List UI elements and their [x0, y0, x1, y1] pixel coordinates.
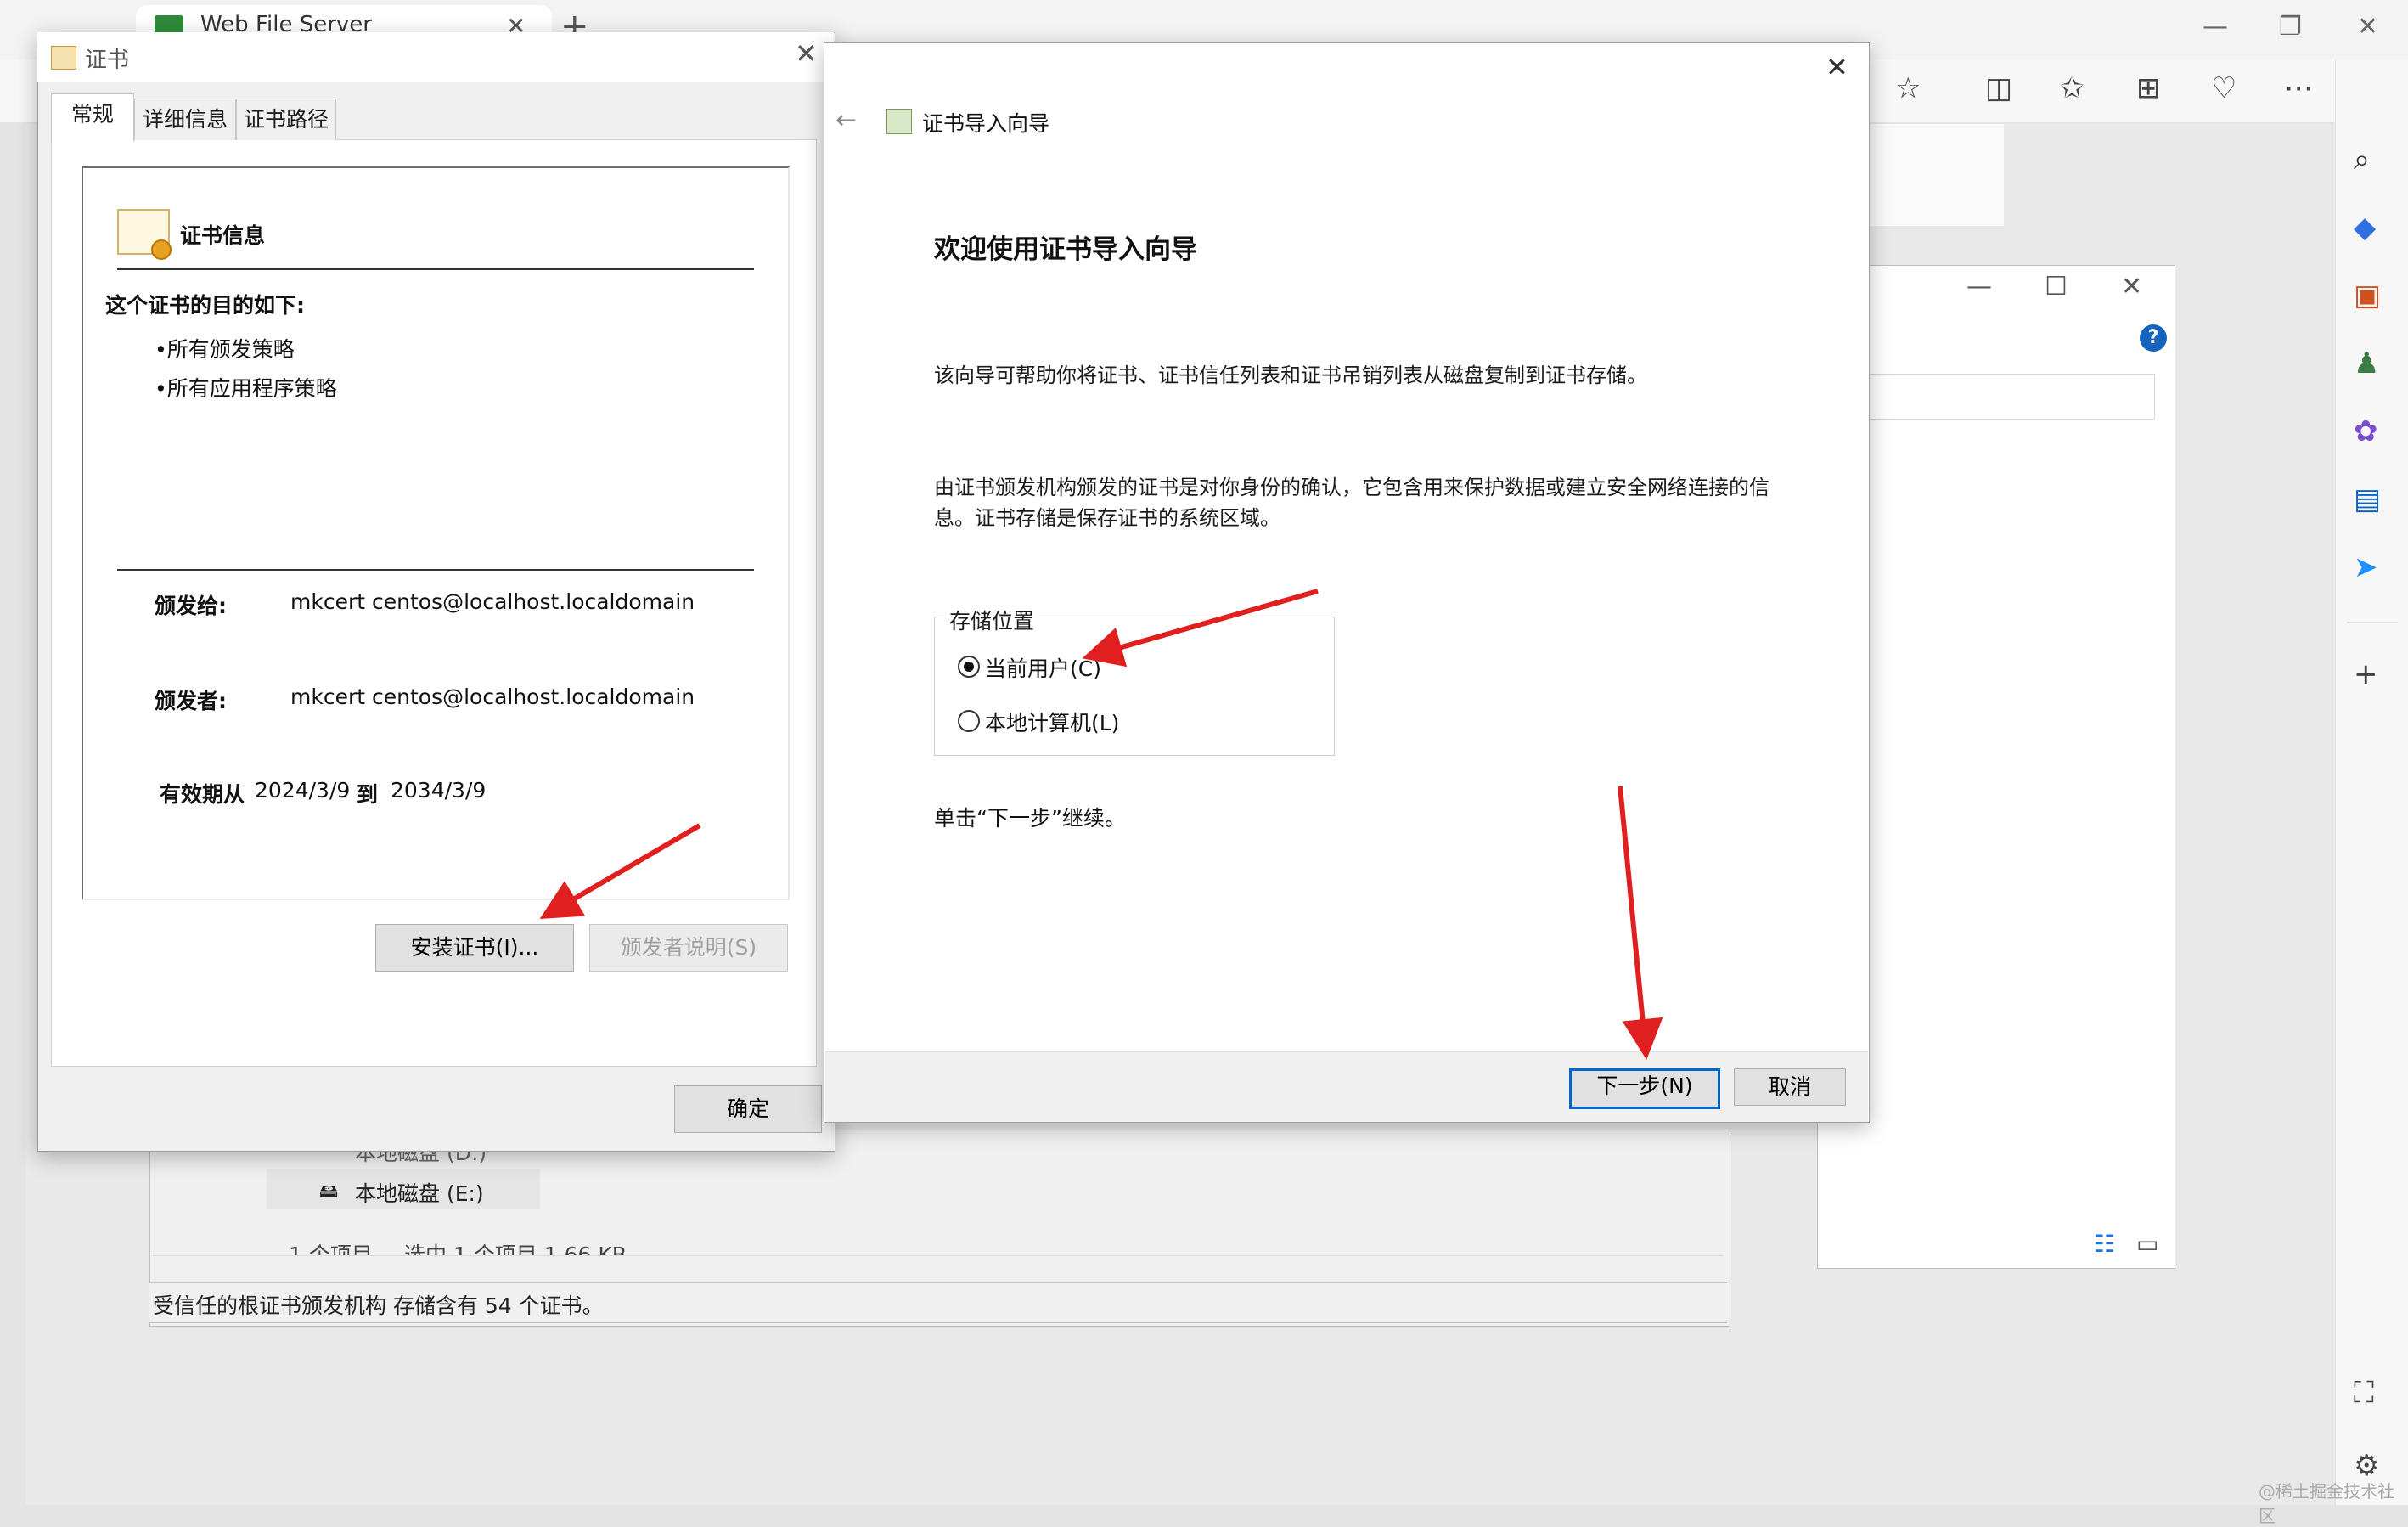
- arrow-to-install-button: [539, 823, 701, 920]
- arrow-to-current-user: [1082, 589, 1319, 668]
- watermark: @稀土掘金技术社区: [2259, 1481, 2394, 1526]
- arrow-to-next-button: [1618, 786, 1663, 1060]
- annotation-arrows: [539, 589, 1663, 1060]
